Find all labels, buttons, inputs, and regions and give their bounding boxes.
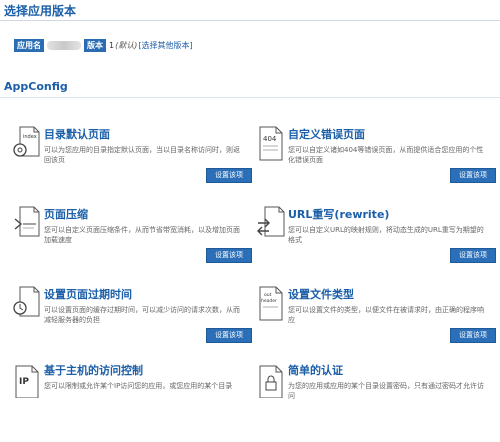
title-divider	[0, 20, 500, 21]
set-item-button[interactable]: 设置该项	[450, 168, 496, 183]
appconfig-divider	[0, 97, 500, 98]
card-url-rewrite: URL重写(rewrite) 您可以自定义URL的映射规则，将动态生成的URL重…	[256, 206, 496, 286]
appconfig-heading: AppConfig	[4, 80, 68, 93]
expire-clock-page-icon	[13, 286, 40, 317]
card-title: 自定义错误页面	[288, 128, 365, 141]
card-host-access: IP 基于主机的访问控制 您可以限制或允许某个IP访问您的应用，或您应用的某个目…	[12, 362, 252, 442]
version-tag: 版本	[84, 38, 106, 52]
out-header-page-icon: out header	[259, 286, 283, 321]
set-item-button[interactable]: 设置该项	[450, 328, 496, 343]
page-title: 选择应用版本	[4, 4, 77, 18]
svg-text:index: index	[23, 134, 37, 140]
app-version-row: 应用名 版本 1 (默认) [选择其他版本]	[14, 38, 193, 52]
set-item-button[interactable]: 设置该项	[206, 168, 252, 183]
version-default-label: (默认)	[115, 40, 138, 50]
card-directory-default: index 目录默认页面 可以为您应用的目录指定默认页面，当以目录名称访问时，则…	[12, 126, 252, 206]
card-title: 页面压缩	[44, 208, 88, 221]
auth-page-icon	[259, 365, 283, 398]
svg-text:404: 404	[263, 135, 277, 143]
card-desc: 您可以自定义诸如404等错误页面，从而提供适合您应用的个性化错误页面	[288, 146, 484, 164]
card-page-compress: 页面压缩 您可以自定义页面压缩条件，从而节省带宽消耗，以及增加页面加载速度 设置…	[12, 206, 252, 286]
select-other-version-link[interactable]: [选择其他版本]	[138, 40, 192, 51]
card-title: 设置页面过期时间	[44, 288, 132, 301]
404-page-icon: 404	[259, 126, 283, 161]
svg-text:header: header	[261, 298, 277, 304]
ip-page-icon: IP	[15, 365, 39, 398]
version-value: 1	[109, 40, 115, 50]
index-page-gear-icon: index	[13, 126, 40, 157]
card-title: 目录默认页面	[44, 128, 110, 141]
card-page-expire: 设置页面过期时间 可以设置页面的缓存过期时间，可以减少访问的请求次数，从而减轻服…	[12, 286, 252, 366]
card-desc: 您可以自定义页面压缩条件，从而节省带宽消耗，以及增加页面加载速度	[44, 226, 240, 244]
url-rewrite-page-icon	[257, 206, 285, 237]
card-simple-auth: 简单的认证 为您的应用或应用的某个目录设置密码，只有通过密码才允许访问	[256, 362, 496, 442]
card-title: URL重写(rewrite)	[288, 208, 390, 221]
set-item-button[interactable]: 设置该项	[206, 248, 252, 263]
card-desc: 可以设置页面的缓存过期时间，可以减少访问的请求次数，从而减轻服务器的负担	[44, 306, 240, 324]
set-item-button[interactable]: 设置该项	[450, 248, 496, 263]
card-custom-error: 404 自定义错误页面 您可以自定义诸如404等错误页面，从而提供适合您应用的个…	[256, 126, 496, 206]
app-name-blurred	[47, 40, 81, 50]
card-title: 基于主机的访问控制	[44, 364, 143, 377]
card-desc: 可以为您应用的目录指定默认页面，当以目录名称访问时，则返回该页	[44, 146, 240, 164]
app-name-tag: 应用名	[14, 38, 44, 52]
svg-text:out: out	[264, 292, 272, 298]
card-desc: 为您的应用或应用的某个目录设置密码，只有通过密码才允许访问	[288, 382, 484, 400]
card-desc: 您可以自定义URL的映射规则，将动态生成的URL重写为期望的格式	[288, 226, 484, 244]
card-title: 设置文件类型	[288, 288, 354, 301]
svg-text:IP: IP	[19, 377, 29, 387]
set-item-button[interactable]: 设置该项	[206, 328, 252, 343]
card-desc: 您可以设置文件的类型，以便文件在被请求时，由正确的程序响应	[288, 306, 484, 324]
compress-page-icon	[14, 206, 40, 237]
card-desc: 您可以限制或允许某个IP访问您的应用，或您应用的某个目录	[44, 382, 233, 390]
card-title: 简单的认证	[288, 364, 343, 377]
card-file-type: out header 设置文件类型 您可以设置文件的类型，以便文件在被请求时，由…	[256, 286, 496, 366]
